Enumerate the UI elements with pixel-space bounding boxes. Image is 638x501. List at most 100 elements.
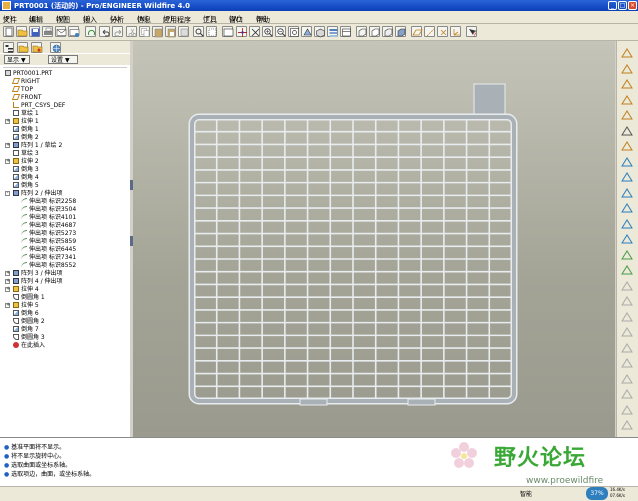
hidden-line-icon[interactable] [369, 26, 380, 37]
settings-dropdown[interactable]: 设置 ▼ [48, 55, 78, 64]
datum-points-toggle-icon[interactable] [437, 26, 448, 37]
open-folder-icon[interactable] [16, 26, 28, 37]
tree-item[interactable]: 草绘 3 [13, 150, 39, 158]
repaint-icon[interactable] [222, 26, 234, 37]
tree-item[interactable]: 倒圆角 3 [13, 334, 45, 342]
print-icon[interactable] [42, 26, 53, 37]
graphics-viewport[interactable] [133, 41, 615, 437]
select-icon[interactable] [206, 26, 217, 37]
refit-icon[interactable] [288, 26, 299, 37]
context-help-icon[interactable]: ? [466, 26, 477, 38]
tree-item[interactable]: RIGHT [11, 78, 40, 86]
paste-special-icon[interactable] [165, 26, 176, 38]
no-hidden-icon[interactable] [382, 26, 393, 37]
rib-tool-icon[interactable] [620, 218, 634, 230]
chamfer-tool-icon[interactable] [620, 233, 634, 245]
minimize-button[interactable]: _ [608, 1, 617, 10]
draft-tool-icon[interactable] [620, 187, 634, 199]
tree-item[interactable]: 倒角 1 [13, 126, 39, 134]
regenerate-icon[interactable] [85, 26, 96, 37]
offset-tool-icon[interactable] [620, 326, 634, 338]
datum-point-tool-icon[interactable] [620, 94, 634, 106]
zoom-in-icon[interactable] [262, 26, 273, 37]
tree-expander-icon[interactable]: - [5, 191, 10, 196]
tree-item[interactable]: 伸出项 标识2258 [21, 198, 76, 206]
shading-icon[interactable] [395, 26, 406, 37]
csys-tool-icon[interactable] [620, 109, 634, 121]
analysis-tool-icon[interactable] [620, 125, 634, 137]
tree-item[interactable]: 草绘 1 [13, 110, 39, 118]
tree-item[interactable]: 拉伸 4 [13, 286, 39, 294]
undo-icon[interactable] [99, 26, 110, 37]
datum-curve-tool-icon[interactable] [620, 78, 634, 90]
feature-icon[interactable] [178, 26, 189, 37]
filter-label[interactable]: 智能 [520, 489, 532, 498]
tree-expander-icon[interactable]: + [5, 303, 10, 308]
datum-plane-tool-icon[interactable] [620, 47, 634, 59]
show-dropdown[interactable]: 显示 ▼ [4, 55, 30, 64]
connections-tab-icon[interactable] [50, 42, 61, 53]
tree-item[interactable]: 倒角 7 [13, 326, 39, 334]
search-icon[interactable] [193, 26, 204, 37]
round-tool-icon[interactable] [620, 171, 634, 183]
trim-tool-icon[interactable] [620, 295, 634, 307]
save-icon[interactable] [29, 26, 40, 37]
tree-item[interactable]: 阵列 4 / 伸出项 [13, 278, 63, 286]
maximize-button[interactable]: □ [618, 1, 627, 10]
email-link-icon[interactable] [68, 26, 80, 37]
tree-item[interactable]: 伸出项 标识4101 [21, 214, 76, 222]
tree-expander-icon[interactable]: + [5, 271, 10, 276]
solidify-tool-icon[interactable] [620, 357, 634, 369]
redo-icon[interactable] [112, 26, 123, 37]
orient-mode-icon[interactable] [249, 26, 260, 37]
new-file-icon[interactable] [3, 26, 14, 37]
tree-item[interactable]: 倒角 2 [13, 134, 39, 142]
tree-item[interactable]: 阵列 2 / 伸出项 [13, 190, 63, 198]
datum-axis-tool-icon[interactable] [620, 63, 634, 75]
tree-expander-icon[interactable]: + [5, 119, 10, 124]
shell-tool-icon[interactable] [620, 202, 634, 214]
layers-icon[interactable] [327, 26, 338, 37]
tree-item[interactable]: 伸出项 标识7341 [21, 254, 76, 262]
extend-tool-icon[interactable] [620, 311, 634, 323]
tree-item[interactable]: 拉伸 5 [13, 302, 39, 310]
hole-tool-icon[interactable] [620, 156, 634, 168]
tree-item[interactable]: 伸出项 标识8552 [21, 262, 76, 270]
pattern-tool-icon[interactable] [620, 249, 634, 261]
tree-item[interactable]: PRT_CSYS_DEF [13, 102, 65, 110]
model-tree-tab-icon[interactable] [3, 42, 14, 53]
folder-browser-tab-icon[interactable] [17, 42, 29, 53]
spin-center-icon[interactable] [236, 26, 247, 37]
close-button[interactable]: × [628, 1, 637, 10]
email-icon[interactable] [55, 26, 67, 37]
tree-item[interactable]: 阵列 3 / 伸出项 [13, 270, 63, 278]
view-manager-icon[interactable] [340, 26, 351, 37]
datum-axes-toggle-icon[interactable] [424, 26, 435, 37]
copy-icon[interactable] [139, 26, 150, 37]
tree-item[interactable]: 倒角 6 [13, 310, 39, 318]
reorient-icon[interactable] [301, 26, 312, 37]
project-tool-icon[interactable] [620, 388, 634, 400]
tree-item[interactable]: 伸出项 标识5273 [21, 230, 76, 238]
tree-item[interactable]: 伸出项 标识6445 [21, 246, 76, 254]
tree-expander-icon[interactable]: + [5, 143, 10, 148]
cut-icon[interactable] [126, 26, 137, 37]
mirror-tool-icon[interactable] [620, 264, 634, 276]
tree-item[interactable]: 倒角 5 [13, 182, 39, 190]
tree-item[interactable]: 伸出项 标识4687 [21, 222, 76, 230]
thicken-tool-icon[interactable] [620, 342, 634, 354]
tree-item[interactable]: 伸出项 标识3504 [21, 206, 76, 214]
tree-item[interactable]: PRT0001.PRT [5, 70, 52, 78]
tree-item[interactable]: 倒角 3 [13, 166, 39, 174]
tree-item[interactable]: 拉伸 1 [13, 118, 39, 126]
tree-item[interactable]: 倒圆角 2 [13, 318, 45, 326]
tree-item[interactable]: 倒圆角 1 [13, 294, 45, 302]
datum-planes-toggle-icon[interactable] [411, 26, 423, 37]
merge-tool-icon[interactable] [620, 280, 634, 292]
paste-icon[interactable] [152, 26, 163, 38]
fill-tool-icon[interactable] [620, 419, 634, 431]
intersect-tool-icon[interactable] [620, 373, 634, 385]
saved-views-icon[interactable] [314, 26, 325, 38]
tree-expander-icon[interactable]: + [5, 287, 10, 292]
sketch-tool-icon[interactable] [620, 140, 634, 152]
